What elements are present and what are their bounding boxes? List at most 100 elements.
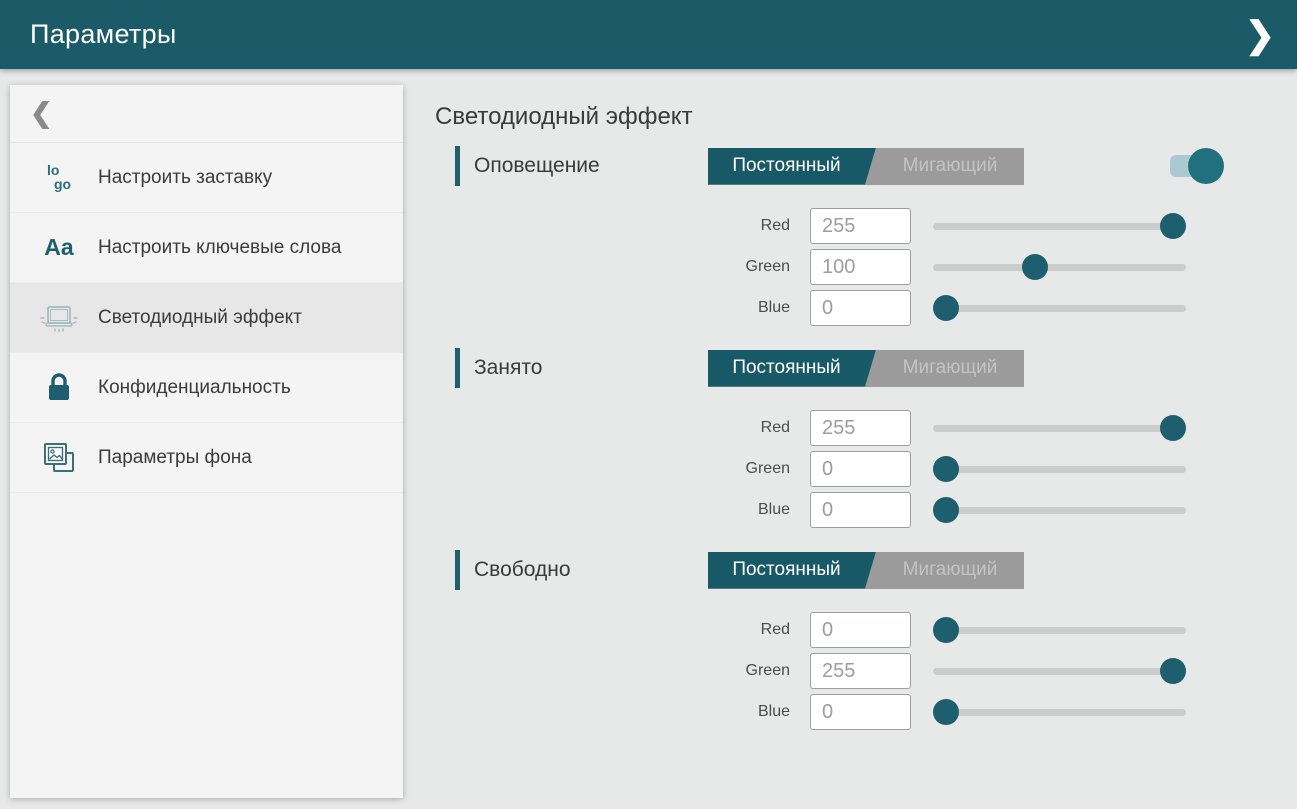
slider-track (933, 305, 1186, 312)
mode-option-solid[interactable]: Постоянный (708, 552, 876, 589)
mode-blinking-label: Мигающий (903, 559, 998, 581)
channels: Red Green Blue (455, 410, 1297, 528)
mode-toggle: Мигающий Постоянный (708, 148, 1024, 185)
channel-row: Green (455, 249, 1297, 285)
page-title: Параметры (30, 19, 177, 50)
sections: Оповещение Мигающий Постоянный Red Green (435, 146, 1297, 730)
sidebar-item-keywords[interactable]: Aa Настроить ключевые слова (10, 213, 403, 283)
sidebar-item-screensaver[interactable]: lo go Настроить заставку (10, 143, 403, 213)
led-enable-switch[interactable] (1170, 148, 1222, 184)
mode-option-blinking[interactable]: Мигающий (876, 148, 1024, 185)
channel-label: Blue (455, 299, 790, 317)
slider-thumb[interactable] (1022, 254, 1048, 280)
channel-row: Red (455, 208, 1297, 244)
channel-row: Blue (455, 290, 1297, 326)
channel-value-input[interactable] (810, 612, 911, 648)
channel-value-input[interactable] (810, 653, 911, 689)
channel-slider[interactable] (933, 410, 1186, 446)
mode-solid-label: Постоянный (732, 357, 840, 379)
channel-slider[interactable] (933, 290, 1186, 326)
channel-value-input[interactable] (810, 492, 911, 528)
channel-row: Green (455, 653, 1297, 689)
channel-value-input[interactable] (810, 694, 911, 730)
sidebar: ❮ lo go Настроить заставку Aa Настроить … (10, 85, 403, 798)
led-section: Оповещение Мигающий Постоянный Red Green (455, 146, 1297, 326)
channel-label: Blue (455, 501, 790, 519)
channel-value-input[interactable] (810, 410, 911, 446)
text-aa-icon: Aa (38, 234, 80, 261)
slider-thumb[interactable] (933, 295, 959, 321)
channel-row: Green (455, 451, 1297, 487)
lock-icon (38, 373, 80, 403)
mode-option-blinking[interactable]: Мигающий (876, 350, 1024, 387)
sidebar-item-label: Конфиденциальность (98, 375, 291, 401)
channel-row: Red (455, 612, 1297, 648)
sidebar-item-privacy[interactable]: Конфиденциальность (10, 353, 403, 423)
channel-label: Green (455, 662, 790, 680)
section-accent-bar (455, 550, 460, 590)
channel-label: Red (455, 621, 790, 639)
sidebar-item-label: Светодиодный эффект (98, 305, 302, 331)
slider-track (933, 466, 1186, 473)
monitor-glow-icon (38, 302, 80, 334)
channel-value-input[interactable] (810, 208, 911, 244)
section-label: Свободно (474, 558, 708, 582)
channels: Red Green Blue (455, 208, 1297, 326)
slider-thumb[interactable] (933, 699, 959, 725)
channel-slider[interactable] (933, 249, 1186, 285)
mode-option-solid[interactable]: Постоянный (708, 350, 876, 387)
channel-row: Blue (455, 694, 1297, 730)
mode-option-blinking[interactable]: Мигающий (876, 552, 1024, 589)
channel-label: Blue (455, 703, 790, 721)
slider-track (933, 223, 1186, 230)
channel-value-input[interactable] (810, 290, 911, 326)
slider-track (933, 425, 1186, 432)
sidebar-item-background[interactable]: Параметры фона (10, 423, 403, 493)
channel-label: Red (455, 419, 790, 437)
slider-thumb[interactable] (933, 617, 959, 643)
mode-option-solid[interactable]: Постоянный (708, 148, 876, 185)
switch-knob (1188, 148, 1224, 184)
mode-blinking-label: Мигающий (903, 155, 998, 177)
sidebar-item-label: Настроить заставку (98, 165, 272, 191)
sidebar-item-led-effect[interactable]: Светодиодный эффект (10, 283, 403, 353)
slider-thumb[interactable] (1160, 415, 1186, 441)
channel-slider[interactable] (933, 612, 1186, 648)
slider-track (933, 507, 1186, 514)
channel-slider[interactable] (933, 451, 1186, 487)
channels: Red Green Blue (455, 612, 1297, 730)
channel-value-input[interactable] (810, 451, 911, 487)
channel-value-input[interactable] (810, 249, 911, 285)
channel-slider[interactable] (933, 653, 1186, 689)
channel-slider[interactable] (933, 694, 1186, 730)
sidebar-item-label: Параметры фона (98, 445, 252, 471)
channel-row: Blue (455, 492, 1297, 528)
slider-thumb[interactable] (933, 456, 959, 482)
collapse-panel-icon[interactable]: ❯ (1245, 17, 1275, 53)
channel-slider[interactable] (933, 492, 1186, 528)
section-accent-bar (455, 348, 460, 388)
led-section: Занято Мигающий Постоянный Red Green (455, 348, 1297, 528)
mode-solid-label: Постоянный (732, 559, 840, 581)
section-label: Занято (474, 356, 708, 380)
slider-track (933, 627, 1186, 634)
slider-track (933, 709, 1186, 716)
slider-thumb[interactable] (1160, 658, 1186, 684)
sidebar-back-button[interactable]: ❮ (10, 85, 403, 143)
slider-track (933, 264, 1186, 271)
main-title: Светодиодный эффект (435, 103, 1297, 131)
mode-solid-label: Постоянный (732, 155, 840, 177)
channel-row: Red (455, 410, 1297, 446)
channel-label: Green (455, 460, 790, 478)
slider-thumb[interactable] (933, 497, 959, 523)
section-accent-bar (455, 146, 460, 186)
section-label: Оповещение (474, 154, 708, 178)
channel-slider[interactable] (933, 208, 1186, 244)
sidebar-item-label: Настроить ключевые слова (98, 235, 348, 261)
channel-label: Red (455, 217, 790, 235)
slider-thumb[interactable] (1160, 213, 1186, 239)
led-section: Свободно Мигающий Постоянный Red Green (455, 550, 1297, 730)
mode-toggle: Мигающий Постоянный (708, 350, 1024, 387)
section-header: Занято Мигающий Постоянный (455, 348, 1297, 388)
section-header: Свободно Мигающий Постоянный (455, 550, 1297, 590)
